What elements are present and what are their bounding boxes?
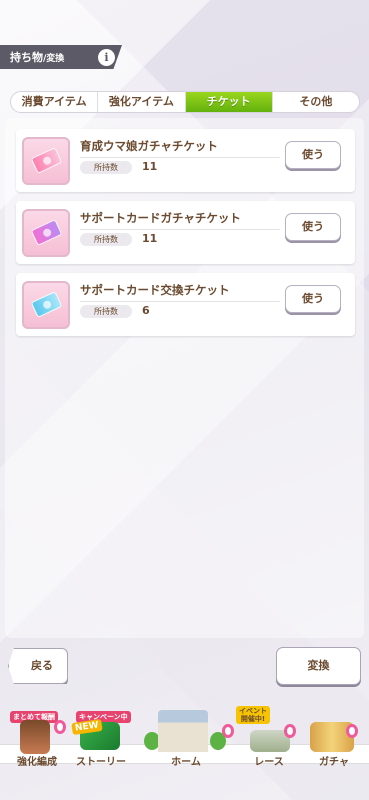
tab-consumables[interactable]: 消費アイテム	[11, 92, 99, 112]
item-list-panel	[5, 118, 364, 638]
use-button[interactable]: 使う	[285, 213, 341, 241]
owned-label: 所持数	[80, 305, 132, 318]
owned-label: 所持数	[80, 161, 132, 174]
list-item: 育成ウマ娘ガチャチケット 所持数 11 使う	[16, 129, 355, 192]
item-thumbnail	[22, 209, 70, 257]
item-thumbnail	[22, 281, 70, 329]
nav-item-race[interactable]: イベント開催中! レース	[236, 706, 302, 768]
owned-count: 6	[142, 304, 150, 317]
ticket-pink-icon	[30, 147, 63, 174]
tab-enhancement[interactable]: 強化アイテム	[98, 92, 186, 112]
horseshoe-icon	[284, 724, 296, 738]
horseshoe-icon	[54, 720, 66, 734]
item-thumbnail	[22, 137, 70, 185]
item-name: サポートカードガチャチケット	[80, 210, 280, 230]
nav-item-story[interactable]: キャンペーン中 NEW ストーリー	[70, 706, 132, 768]
owned-label: 所持数	[80, 233, 132, 246]
horseshoe-icon	[346, 724, 358, 738]
owned-count: 11	[142, 232, 158, 245]
back-button[interactable]: 戻る	[8, 648, 68, 684]
bottom-nav: まとめて報酬 強化編成 キャンペーン中 NEW ストーリー ホーム イベント開催…	[0, 706, 369, 800]
nav-label: ガチャ	[319, 757, 349, 768]
nav-item-gacha[interactable]: ガチャ	[302, 706, 366, 768]
event-badge: イベント開催中!	[236, 706, 270, 724]
nav-label: レース	[254, 757, 284, 768]
ticket-purple-icon	[30, 219, 63, 246]
nav-item-home[interactable]: ホーム	[138, 706, 234, 768]
character-portrait-icon	[20, 720, 50, 754]
horseshoe-icon	[222, 724, 234, 738]
item-name: サポートカード交換チケット	[80, 282, 280, 302]
item-name: 育成ウマ娘ガチャチケット	[80, 138, 280, 158]
owned-count: 11	[142, 160, 158, 173]
school-building-icon	[158, 710, 208, 752]
exchange-button[interactable]: 変換	[276, 647, 361, 685]
use-button[interactable]: 使う	[285, 285, 341, 313]
tab-tickets[interactable]: チケット	[185, 92, 273, 112]
list-item: サポートカードガチャチケット 所持数 11 使う	[16, 201, 355, 264]
ticket-cyan-icon	[30, 291, 63, 318]
nav-item-enhance[interactable]: まとめて報酬 強化編成	[4, 706, 70, 768]
use-button[interactable]: 使う	[285, 141, 341, 169]
page-title: 持ち物/変換	[10, 51, 65, 64]
list-item: サポートカード交換チケット 所持数 6 使う	[16, 273, 355, 336]
nav-label: ストーリー	[76, 757, 126, 768]
tab-other[interactable]: その他	[273, 92, 359, 112]
category-tabs: 消費アイテム 強化アイテム チケット その他	[10, 91, 360, 113]
nav-label: ホーム	[171, 757, 201, 768]
info-icon[interactable]: i	[98, 49, 115, 66]
nav-label: 強化編成	[17, 757, 57, 768]
